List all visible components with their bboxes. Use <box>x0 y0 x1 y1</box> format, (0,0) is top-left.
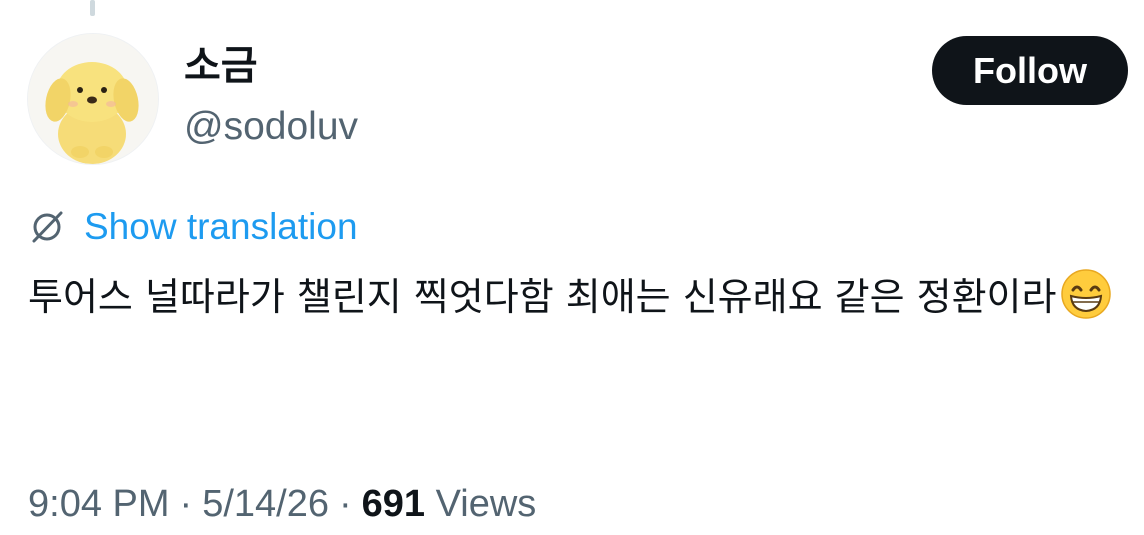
views-count[interactable]: 691 <box>362 483 425 525</box>
user-handle[interactable]: @sodoluv <box>184 104 358 150</box>
views-label: Views <box>435 483 537 525</box>
meta-separator: · <box>179 483 193 525</box>
thread-connector-line <box>90 0 95 16</box>
puppy-avatar-image <box>28 34 158 164</box>
follow-button[interactable]: Follow <box>932 36 1128 105</box>
tweet-text: 투어스 널따라가 챌린지 찍엇다함 최애는 신유래요 같은 정환이라 <box>28 275 1057 319</box>
display-name[interactable]: 소금 <box>184 42 258 90</box>
tweet-meta: 9:04 PM · 5/14/26 · 691 Views <box>28 480 536 528</box>
globe-slash-icon <box>28 208 66 246</box>
show-translation-row[interactable]: Show translation <box>28 204 358 250</box>
show-translation-link[interactable]: Show translation <box>84 206 358 248</box>
tweet-body: 투어스 널따라가 챌린지 찍엇다함 최애는 신유래요 같은 정환이라 <box>28 268 1128 326</box>
tweet-time[interactable]: 9:04 PM <box>28 483 170 525</box>
grinning-face-emoji-icon <box>1060 268 1112 320</box>
tweet-date[interactable]: 5/14/26 <box>202 483 329 525</box>
meta-separator: · <box>338 483 352 525</box>
avatar[interactable] <box>27 33 159 165</box>
